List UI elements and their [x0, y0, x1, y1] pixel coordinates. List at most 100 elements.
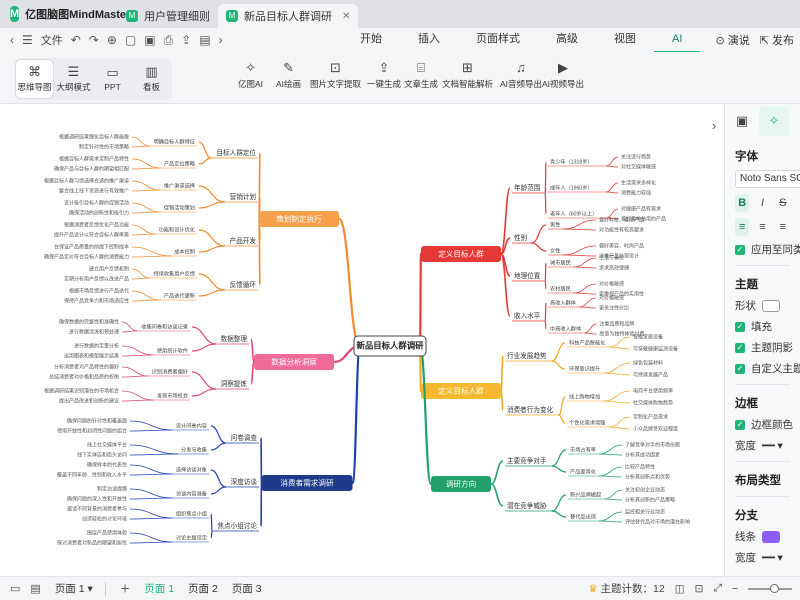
collapse-panel-icon[interactable]: ›: [707, 116, 721, 136]
topic-item[interactable]: 替代品出现: [570, 512, 596, 520]
zoom-out-icon[interactable]: −: [732, 583, 738, 595]
subtopic-node[interactable]: 数据整理: [221, 334, 248, 343]
menu-icon[interactable]: ☰: [22, 33, 33, 47]
topic-item[interactable]: 产品差异化: [570, 467, 596, 475]
leaf-item[interactable]: 总结消费者对价格和品质的权衡: [49, 373, 119, 380]
sidebar-toggle-icon[interactable]: ▭: [10, 582, 20, 595]
view-kanban-button[interactable]: ▥ 看板: [133, 60, 170, 98]
leaf-item[interactable]: 定制化产品需求: [633, 413, 668, 420]
print-icon[interactable]: ⎙: [164, 33, 174, 48]
topic-item[interactable]: 功能和设计优化: [159, 225, 195, 233]
topic-item[interactable]: 男性: [550, 220, 560, 228]
leaf-item[interactable]: 根据调研结果细化目标人群画像: [59, 133, 129, 140]
subtopic-node[interactable]: 洞察提炼: [221, 379, 248, 388]
root-topic-label[interactable]: 新品目标人群调研: [357, 341, 425, 351]
shadow-checkbox[interactable]: ✓ 主题阴影: [735, 340, 793, 355]
topic-item[interactable]: 促销活动策划: [164, 203, 195, 211]
new-icon[interactable]: ⊕: [107, 33, 117, 47]
one-click-generate-button[interactable]: ⇪ 一键生成: [367, 60, 401, 90]
topic-item[interactable]: 收集问卷和访谈记录: [141, 322, 188, 330]
file-menu[interactable]: 文件: [41, 32, 63, 48]
mindmap-svg[interactable]: 年龄范围 青少年（1318岁） 关注流行趋势对社交媒体敏感成年人（1960岁） 生活需…: [0, 104, 722, 576]
leaf-item[interactable]: 根据消费者反馈优化产品功能: [64, 221, 129, 228]
mindmap-canvas[interactable]: 年龄范围 青少年（1318岁） 关注流行趋势 对社交媒体敏感 成年人（1960岁） 生活需…: [0, 104, 722, 576]
topic-item[interactable]: 使用统计软件: [157, 346, 188, 354]
menu-tab-view[interactable]: 视图: [596, 27, 654, 53]
leaf-item[interactable]: 可穿戴健康监测设备: [633, 345, 678, 352]
main-topic-label[interactable]: 定义目标人群: [438, 386, 484, 396]
leaf-item[interactable]: 确保数据的完整性和准确性: [59, 318, 119, 325]
zoom-slider[interactable]: [748, 583, 792, 593]
leaf-item[interactable]: 确保样本的代表性: [87, 461, 127, 468]
leaf-item[interactable]: 围绕产品使用体验: [87, 529, 127, 536]
font-family-select[interactable]: Noto Sans SC: [735, 170, 800, 188]
subtopic-node[interactable]: 问卷调查: [231, 433, 258, 442]
page-tab-2[interactable]: 页面 2: [188, 581, 218, 596]
present-button[interactable]: ⊙ 演说: [715, 32, 749, 48]
leaf-item[interactable]: 确保活动的创新性和吸引力: [69, 209, 129, 216]
menu-tab-page-style[interactable]: 页面样式: [458, 27, 538, 53]
tab-new-product-research[interactable]: M 新品目标人群调研 ✕: [218, 4, 359, 28]
leaf-item[interactable]: 分析其创新的产品策略: [625, 496, 675, 503]
main-topic-label[interactable]: 数据分析洞察: [271, 357, 317, 367]
topic-item[interactable]: 产品定位策略: [164, 159, 196, 167]
leaf-item[interactable]: 社交媒体购物趋势: [633, 399, 673, 406]
topic-item[interactable]: 中高收入群体: [550, 324, 582, 332]
topic-item[interactable]: 成年人（1960岁）: [550, 183, 593, 191]
leaf-item[interactable]: 对价格敏感: [599, 294, 624, 301]
undo-icon[interactable]: ↶: [71, 33, 81, 47]
image-text-extract-button[interactable]: ⊡ 图片文字提取: [310, 60, 361, 90]
more-icon[interactable]: ›: [219, 33, 223, 47]
leaf-item[interactable]: 偏好科技、运动产品: [599, 216, 644, 223]
leaf-item[interactable]: 线上社交媒体平台: [87, 441, 127, 448]
leaf-item[interactable]: 进行数据的定量分析: [74, 342, 119, 349]
leaf-item[interactable]: 确保问题的针对性和覆盖面: [67, 417, 127, 424]
ai-video-export-button[interactable]: ▶ AI视频导出: [542, 60, 584, 90]
leaf-item[interactable]: 关注流行趋势: [621, 153, 651, 160]
align-right-icon[interactable]: ≡: [776, 218, 790, 236]
leaf-item[interactable]: 确保问题的深入性和开放性: [67, 495, 127, 502]
subtopic-node[interactable]: 产品开发: [230, 236, 257, 245]
topic-item[interactable]: 农村居民: [550, 284, 571, 292]
apply-same-type-checkbox[interactable]: ✓ 应用至同类型主: [735, 242, 800, 257]
ai-panel-tab[interactable]: ✧: [759, 106, 789, 136]
subtopic-node[interactable]: 营销计划: [230, 192, 257, 201]
leaf-item[interactable]: 保持产品竞争力和市场适应性: [64, 297, 129, 304]
ai-painting-button[interactable]: ✎ AI绘画: [276, 60, 301, 90]
topic-item[interactable]: 组织焦点小组: [176, 509, 207, 517]
ai-audio-export-button[interactable]: ♫ AI音频导出: [500, 60, 542, 90]
page-tab-1[interactable]: 页面 1: [144, 581, 174, 596]
topic-item[interactable]: 女性: [550, 246, 560, 254]
subtopic-node[interactable]: 焦点小组讨论: [217, 521, 257, 530]
leaf-item[interactable]: 智能家居设备: [633, 333, 663, 340]
topic-item[interactable]: 环保意识提升: [569, 364, 600, 372]
tab-user-management[interactable]: M 用户管理细则: [118, 4, 218, 28]
leaf-item[interactable]: 确保产品定价符合目标人群的消费能力: [44, 253, 129, 260]
subtopic-node[interactable]: 深度访谈: [231, 477, 258, 486]
menu-tab-advanced[interactable]: 高级: [538, 27, 596, 53]
subtopic-node[interactable]: 潜在竞争威胁: [507, 501, 547, 510]
topic-item[interactable]: 访谈内容准备: [176, 489, 208, 497]
open-icon[interactable]: ▢: [125, 33, 136, 47]
leaf-item[interactable]: 设计吸引目标人群的促销活动: [64, 199, 129, 206]
leaf-item[interactable]: 根据目标人群需求定制产品特性: [59, 155, 129, 162]
subtopic-node[interactable]: 性别: [514, 233, 528, 242]
leaf-item[interactable]: 可持续发展产品: [633, 371, 668, 378]
leaf-item[interactable]: 根据目标人群习惯选择合适的推广渠道: [44, 177, 129, 184]
style-panel-tab[interactable]: ▣: [727, 106, 757, 136]
italic-button[interactable]: I: [755, 194, 769, 212]
leaf-item[interactable]: 建立用户反馈机制: [89, 265, 129, 272]
add-page-icon[interactable]: ＋: [120, 581, 131, 596]
leaf-item[interactable]: 定期分析用户反馈以改进产品: [64, 275, 129, 282]
close-icon[interactable]: ✕: [342, 11, 350, 22]
border-color-checkbox[interactable]: ✓ 边框颜色: [735, 417, 793, 432]
main-topic-label[interactable]: 定义目标人群: [438, 249, 484, 259]
view-mindmap-button[interactable]: ⌘ 思维导图: [16, 60, 53, 98]
topic-item[interactable]: 线上购物增加: [569, 392, 600, 400]
leaf-item[interactable]: 制定访谈提纲: [97, 485, 127, 492]
leaf-item[interactable]: 监控相关行业动态: [625, 508, 665, 515]
topic-item[interactable]: 设计问卷内容: [176, 421, 207, 429]
leaf-item[interactable]: 邀请不同背景的消费者参与: [67, 505, 127, 512]
topic-item[interactable]: 产品迭代更新: [164, 291, 195, 299]
leaf-item[interactable]: 消费能力较强: [621, 189, 651, 196]
